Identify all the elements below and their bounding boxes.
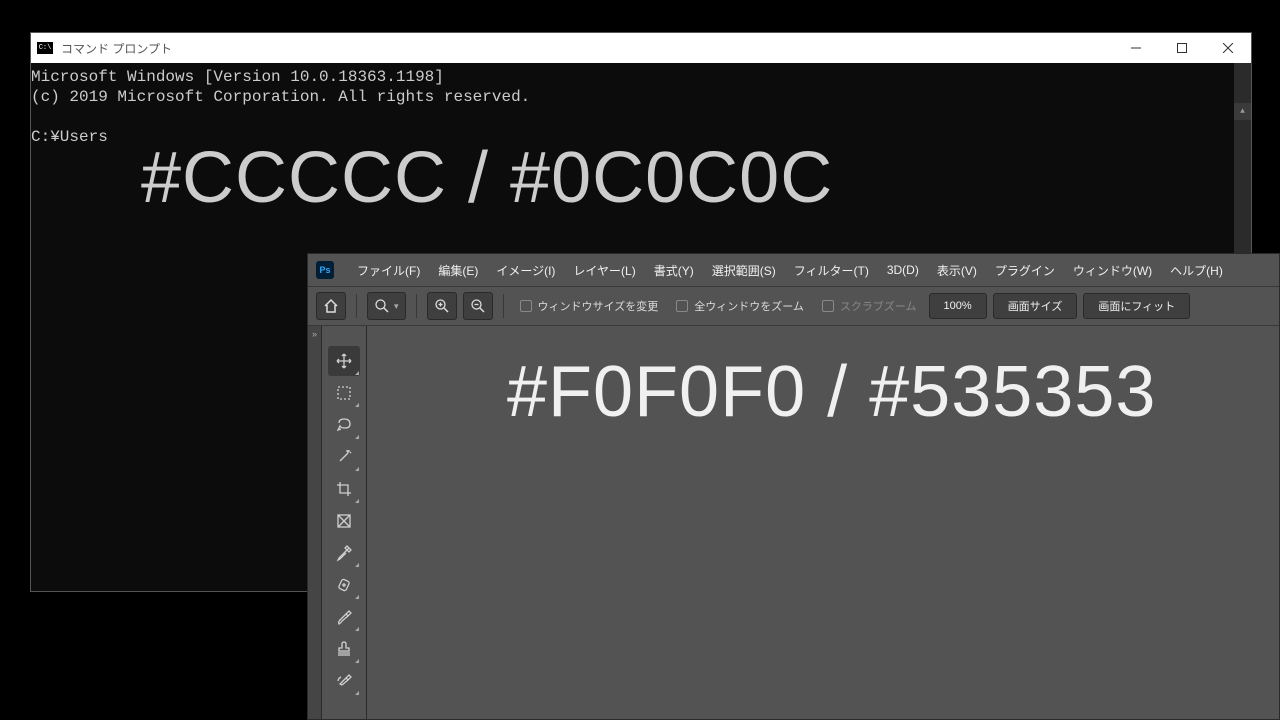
ps-main: » bbox=[308, 326, 1279, 719]
menu-plugin[interactable]: プラグイン bbox=[986, 262, 1064, 279]
separator bbox=[503, 294, 504, 318]
brush-tool-icon[interactable] bbox=[328, 602, 360, 632]
cmd-line: Microsoft Windows [Version 10.0.18363.11… bbox=[31, 68, 444, 86]
checkbox-icon bbox=[520, 300, 532, 312]
menu-view[interactable]: 表示(V) bbox=[928, 262, 986, 279]
scroll-up-icon[interactable]: ▲ bbox=[1234, 103, 1251, 120]
checkbox-icon bbox=[822, 300, 834, 312]
collapse-strip[interactable]: » bbox=[308, 326, 322, 719]
zoom-all-checkbox[interactable]: 全ウィンドウをズーム bbox=[670, 298, 810, 314]
cmd-titlebar[interactable]: C:\ コマンド プロンプト bbox=[31, 33, 1251, 63]
resize-window-checkbox[interactable]: ウィンドウサイズを変更 bbox=[514, 298, 665, 314]
eyedropper-tool-icon[interactable] bbox=[328, 538, 360, 568]
menu-layer[interactable]: レイヤー(L) bbox=[564, 262, 644, 279]
checkbox-icon bbox=[676, 300, 688, 312]
photoshop-window: Ps ファイル(F) 編集(E) イメージ(I) レイヤー(L) 書式(Y) 選… bbox=[307, 253, 1280, 720]
healing-brush-tool-icon[interactable] bbox=[328, 570, 360, 600]
marquee-tool-icon[interactable] bbox=[328, 378, 360, 408]
cmd-prompt: C:¥Users bbox=[31, 128, 108, 146]
home-button[interactable] bbox=[316, 292, 346, 320]
menu-type[interactable]: 書式(Y) bbox=[645, 262, 703, 279]
window-controls bbox=[1113, 33, 1251, 63]
ps-color-overlay: #F0F0F0 / #535353 bbox=[507, 351, 1156, 433]
screen-size-button[interactable]: 画面サイズ bbox=[993, 293, 1078, 319]
menu-3d[interactable]: 3D(D) bbox=[878, 263, 928, 277]
minimize-button[interactable] bbox=[1113, 33, 1159, 63]
zoom-tool-icon[interactable]: ▾ bbox=[367, 292, 406, 320]
cmd-color-overlay: #CCCCC / #0C0C0C bbox=[141, 168, 833, 188]
zoom-in-button[interactable] bbox=[427, 292, 457, 320]
scrub-label: スクラブズーム bbox=[840, 298, 917, 314]
menu-edit[interactable]: 編集(E) bbox=[429, 262, 487, 279]
menu-image[interactable]: イメージ(I) bbox=[487, 262, 564, 279]
move-tool-icon[interactable] bbox=[328, 346, 360, 376]
menu-window[interactable]: ウィンドウ(W) bbox=[1064, 262, 1161, 279]
ps-toolbar bbox=[322, 326, 367, 719]
stamp-tool-icon[interactable] bbox=[328, 634, 360, 664]
zoomall-label: 全ウィンドウをズーム bbox=[694, 298, 804, 314]
cmd-icon: C:\ bbox=[37, 42, 53, 54]
menu-file[interactable]: ファイル(F) bbox=[348, 262, 429, 279]
zoom-value-input[interactable]: 100% bbox=[929, 293, 987, 319]
menu-filter[interactable]: フィルター(T) bbox=[785, 262, 878, 279]
photoshop-logo-icon: Ps bbox=[316, 261, 334, 279]
menu-select[interactable]: 選択範囲(S) bbox=[703, 262, 785, 279]
ps-menubar: Ps ファイル(F) 編集(E) イメージ(I) レイヤー(L) 書式(Y) 選… bbox=[308, 254, 1279, 286]
separator bbox=[416, 294, 417, 318]
crop-tool-icon[interactable] bbox=[328, 474, 360, 504]
zoom-out-button[interactable] bbox=[463, 292, 493, 320]
cmd-line: (c) 2019 Microsoft Corporation. All righ… bbox=[31, 88, 530, 106]
magic-wand-tool-icon[interactable] bbox=[328, 442, 360, 472]
resize-label: ウィンドウサイズを変更 bbox=[538, 298, 659, 314]
lasso-tool-icon[interactable] bbox=[328, 410, 360, 440]
frame-tool-icon[interactable] bbox=[328, 506, 360, 536]
maximize-button[interactable] bbox=[1159, 33, 1205, 63]
scrub-zoom-checkbox: スクラブズーム bbox=[816, 298, 923, 314]
separator bbox=[356, 294, 357, 318]
ps-options-bar: ▾ ウィンドウサイズを変更 全ウィンドウをズーム スクラブズーム 100% 画面… bbox=[308, 286, 1279, 326]
cmd-title: コマンド プロンプト bbox=[61, 40, 172, 57]
history-brush-tool-icon[interactable] bbox=[328, 666, 360, 696]
ps-canvas[interactable]: #F0F0F0 / #535353 bbox=[367, 326, 1279, 719]
menu-help[interactable]: ヘルプ(H) bbox=[1161, 262, 1232, 279]
fit-screen-button[interactable]: 画面にフィット bbox=[1083, 293, 1190, 319]
close-button[interactable] bbox=[1205, 33, 1251, 63]
